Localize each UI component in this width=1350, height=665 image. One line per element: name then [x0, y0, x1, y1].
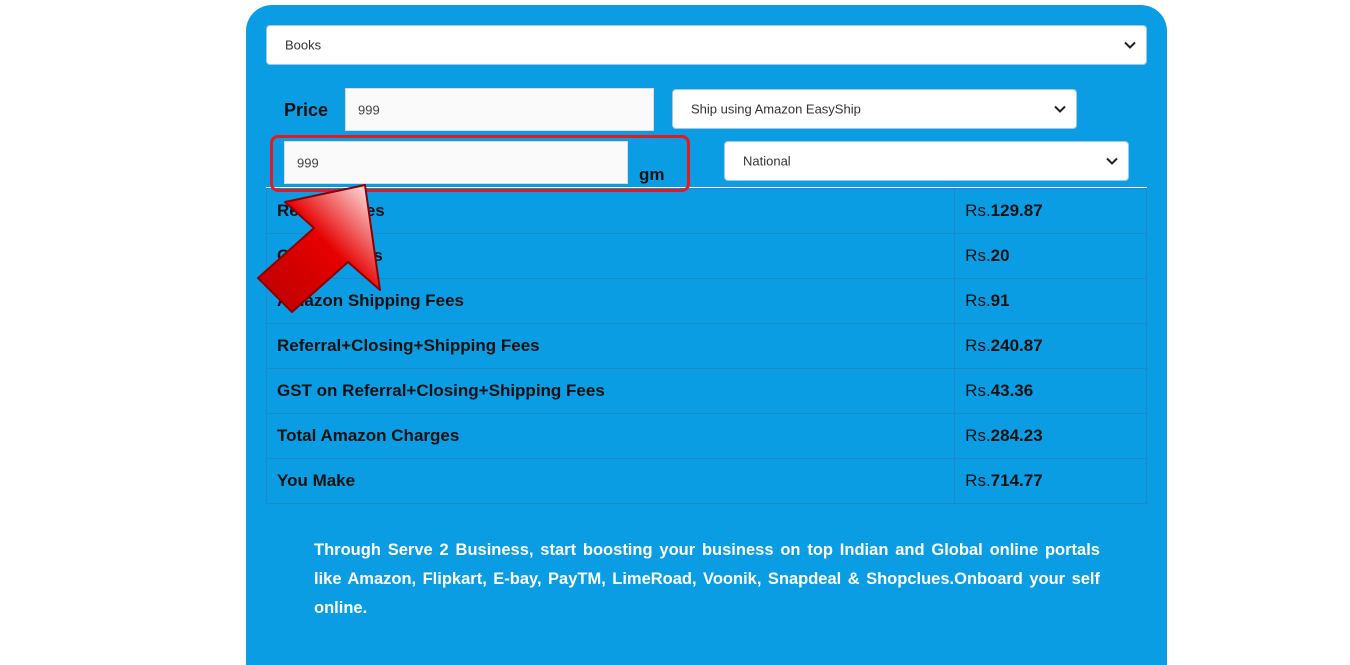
table-row: Referral+Closing+Shipping Fees Rs.240.87 — [265, 323, 1147, 369]
currency-label: Rs. — [965, 426, 991, 445]
currency-label: Rs. — [965, 201, 991, 220]
category-select[interactable]: Books — [266, 25, 1147, 65]
amount-value: 240.87 — [990, 336, 1043, 355]
region-select[interactable]: National — [724, 141, 1129, 181]
arrow-pointer-icon — [257, 184, 381, 313]
promo-note: Through Serve 2 Business, start boosting… — [314, 541, 1100, 617]
category-select-value: Books — [285, 37, 322, 53]
amount-value: 20 — [990, 246, 1010, 265]
fee-name: You Make — [265, 458, 956, 504]
currency-label: Rs. — [965, 246, 991, 265]
fee-amount: Rs.714.77 — [954, 458, 1147, 504]
price-input-value: 999 — [358, 102, 380, 117]
table-row: GST on Referral+Closing+Shipping Fees Rs… — [265, 368, 1147, 414]
fee-amount: Rs.91 — [954, 278, 1147, 324]
amount-value: 284.23 — [990, 426, 1043, 445]
fee-name: GST on Referral+Closing+Shipping Fees — [265, 368, 956, 414]
fee-amount: Rs.284.23 — [954, 413, 1147, 459]
fee-name: Total Amazon Charges — [265, 413, 956, 459]
currency-label: Rs. — [965, 291, 991, 310]
fee-amount: Rs.43.36 — [954, 368, 1147, 414]
chevron-down-icon — [1106, 154, 1118, 169]
fee-amount: Rs.240.87 — [954, 323, 1147, 369]
chevron-down-icon — [1054, 102, 1066, 117]
currency-label: Rs. — [965, 471, 991, 490]
shipping-method-value: Ship using Amazon EasyShip — [691, 101, 861, 117]
amount-value: 714.77 — [990, 471, 1043, 490]
price-input[interactable]: 999 — [345, 88, 654, 131]
currency-label: Rs. — [965, 336, 991, 355]
table-row: Total Amazon Charges Rs.284.23 — [265, 413, 1147, 459]
fee-amount: Rs.20 — [954, 233, 1147, 279]
amount-value: 43.36 — [990, 381, 1034, 400]
price-label: Price — [284, 100, 329, 120]
shipping-method-select[interactable]: Ship using Amazon EasyShip — [672, 89, 1077, 129]
fee-name: Referral+Closing+Shipping Fees — [265, 323, 956, 369]
currency-label: Rs. — [965, 381, 991, 400]
chevron-down-icon — [1124, 38, 1136, 53]
fee-amount: Rs.129.87 — [954, 188, 1147, 234]
amount-value: 129.87 — [990, 201, 1043, 220]
table-row: You Make Rs.714.77 — [265, 458, 1147, 504]
amount-value: 91 — [990, 291, 1010, 310]
region-select-value: National — [743, 153, 791, 169]
